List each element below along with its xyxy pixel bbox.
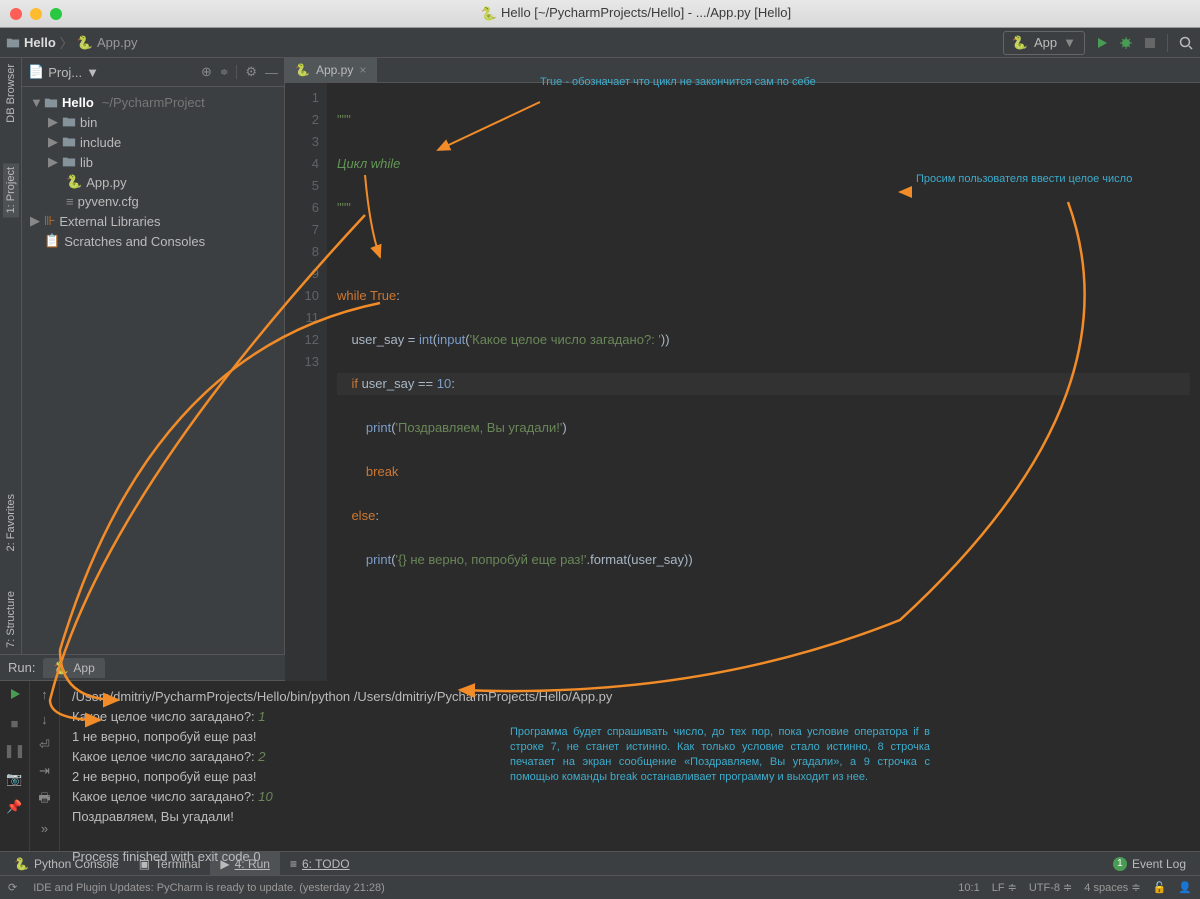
scroll-icon[interactable]: ⇥	[39, 763, 50, 779]
more-icon[interactable]: »	[41, 821, 48, 836]
project-sidebar: 📄 Proj... ▼ ⊕ ≑ ⚙ — ▼Hello~/PycharmProje…	[22, 58, 285, 654]
tree-scratches[interactable]: 📋Scratches and Consoles	[22, 231, 284, 251]
annotation-console: Программа будет спрашивать число, до тех…	[510, 725, 930, 785]
line-separator[interactable]: LF ≑	[992, 881, 1017, 894]
breadcrumb-project[interactable]: Hello	[24, 35, 56, 50]
tree-folder-include[interactable]: ▶include	[22, 132, 284, 152]
favorites-tab[interactable]: 2: Favorites	[5, 494, 17, 551]
left-tool-gutter: DB Browser 1: Project 2: Favorites 7: St…	[0, 58, 22, 654]
debug-button[interactable]	[1119, 36, 1133, 50]
dump-button[interactable]: 📷	[6, 771, 22, 787]
search-icon[interactable]	[1178, 35, 1194, 51]
lock-icon[interactable]: 🔓	[1153, 881, 1167, 894]
run-label: Run:	[8, 660, 35, 675]
status-bar: ⟳ IDE and Plugin Updates: PyCharm is rea…	[0, 875, 1200, 899]
tree-folder-bin[interactable]: ▶bin	[22, 112, 284, 132]
update-icon[interactable]: ⟳	[8, 881, 17, 894]
sidebar-title[interactable]: 📄 Proj... ▼	[28, 64, 99, 80]
folder-icon	[6, 36, 20, 50]
maximize-window[interactable]	[50, 8, 62, 20]
print-icon[interactable]: 🖶	[38, 789, 50, 811]
run-tab[interactable]: 🐍 App	[43, 658, 104, 678]
up-arrow-icon[interactable]: ↑	[41, 687, 48, 702]
tab-app-py[interactable]: 🐍 App.py×	[285, 58, 377, 82]
db-browser-tab[interactable]: DB Browser	[5, 64, 17, 123]
tree-project-root[interactable]: ▼Hello~/PycharmProject	[22, 93, 284, 112]
line-gutter: 12345678910111213	[285, 83, 327, 707]
encoding[interactable]: UTF-8 ≑	[1029, 881, 1072, 894]
run-toolbar-1: ■ ❚❚ 📷 📌	[0, 681, 30, 851]
run-panel: Run: 🐍 App ⚙ — ■ ❚❚ 📷 📌 ↑ ↓ ⏎ ⇥ 🖶 » /Use…	[0, 654, 1200, 851]
breadcrumb-file[interactable]: 🐍App.py	[77, 35, 138, 51]
close-icon[interactable]: ×	[359, 63, 366, 77]
pin-button[interactable]: 📌	[6, 799, 22, 815]
target-icon[interactable]: ⊕	[201, 64, 212, 80]
tree-file-app[interactable]: 🐍App.py	[22, 172, 284, 192]
stop-button[interactable]	[1143, 36, 1157, 50]
tree-external-libs[interactable]: ▶⊪External Libraries	[22, 211, 284, 231]
run-config-selector[interactable]: 🐍App ▼	[1003, 31, 1085, 55]
tree-folder-lib[interactable]: ▶lib	[22, 152, 284, 172]
editor-column: 🐍 App.py× 12345678910111213 """ Цикл whi…	[285, 58, 1200, 654]
inspector-icon[interactable]: 👤	[1178, 881, 1192, 894]
titlebar: 🐍Hello [~/PycharmProjects/Hello] - .../A…	[0, 0, 1200, 28]
rerun-button[interactable]	[8, 687, 22, 704]
hide-icon[interactable]: —	[265, 65, 278, 80]
settings-icon[interactable]: ⚙	[245, 64, 257, 80]
wrap-icon[interactable]: ⏎	[39, 737, 50, 753]
close-window[interactable]	[10, 8, 22, 20]
navbar: Hello 〉 🐍App.py 🐍App ▼	[0, 28, 1200, 58]
stop-run-button[interactable]: ■	[11, 716, 19, 731]
run-toolbar-2: ↑ ↓ ⏎ ⇥ 🖶 »	[30, 681, 60, 851]
structure-tab[interactable]: 7: Structure	[5, 591, 17, 648]
minimize-window[interactable]	[30, 8, 42, 20]
annotation-1: True - обозначает что цикл не закончится…	[540, 75, 816, 89]
project-tree: ▼Hello~/PycharmProject ▶bin ▶include ▶li…	[22, 87, 284, 654]
indent[interactable]: 4 spaces ≑	[1084, 881, 1140, 894]
status-message: IDE and Plugin Updates: PyCharm is ready…	[33, 882, 385, 894]
collapse-icon[interactable]: ≑	[220, 67, 228, 78]
cursor-position[interactable]: 10:1	[958, 882, 979, 894]
tree-file-cfg[interactable]: ≡pyvenv.cfg	[22, 192, 284, 211]
down-arrow-icon[interactable]: ↓	[41, 712, 48, 727]
window-title: 🐍Hello [~/PycharmProjects/Hello] - .../A…	[72, 5, 1200, 22]
project-tab[interactable]: 1: Project	[3, 163, 19, 217]
pause-button[interactable]: ❚❚	[4, 743, 26, 759]
annotation-2: Просим пользователя ввести целое число	[916, 172, 1132, 186]
console-output[interactable]: /Users/dmitriy/PycharmProjects/Hello/bin…	[60, 681, 1200, 851]
run-button[interactable]	[1095, 36, 1109, 50]
